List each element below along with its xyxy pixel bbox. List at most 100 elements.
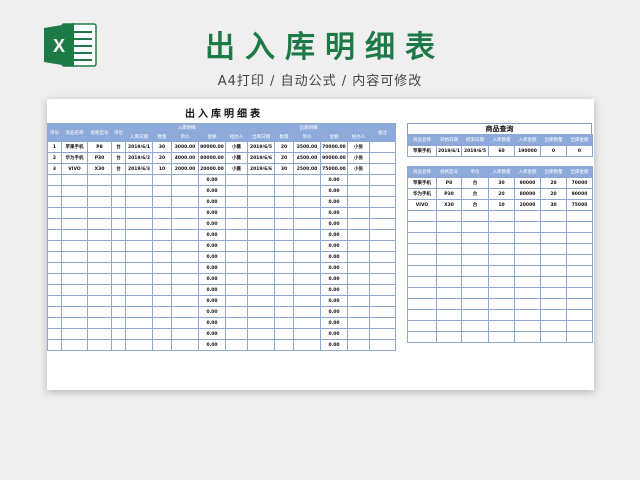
cell-in-handler[interactable] (225, 207, 248, 219)
cell-in-qty[interactable] (152, 284, 172, 296)
summary-cell[interactable]: 70000 (566, 177, 593, 189)
cell-name[interactable] (61, 229, 88, 241)
cell-out-handler[interactable] (347, 306, 370, 318)
cell-in-price[interactable] (171, 251, 199, 263)
cell-in-price[interactable] (171, 339, 199, 351)
cell-out-handler[interactable] (347, 218, 370, 230)
summary-cell[interactable]: 台 (461, 188, 489, 200)
cell-out-qty[interactable]: 20 (274, 152, 294, 164)
cell-out-date[interactable] (247, 284, 275, 296)
cell-in-date[interactable] (125, 240, 153, 252)
cell-out-date[interactable] (247, 251, 275, 263)
cell-in-handler[interactable] (225, 328, 248, 340)
cell-in-qty[interactable] (152, 229, 172, 241)
cell-in-qty[interactable] (152, 196, 172, 208)
cell-out-handler[interactable] (347, 207, 370, 219)
cell-out-qty[interactable] (274, 284, 294, 296)
cell-note[interactable] (369, 196, 396, 208)
cell-note[interactable] (369, 207, 396, 219)
summary-cell[interactable] (514, 298, 541, 310)
summary-cell[interactable] (566, 265, 593, 277)
cell-in-handler[interactable]: 小薇 (225, 152, 248, 164)
summary-cell[interactable] (488, 298, 515, 310)
cell-model[interactable] (87, 317, 112, 329)
summary-cell[interactable] (514, 243, 541, 255)
cell-out-amount[interactable]: 0.00 (320, 240, 348, 252)
summary-cell[interactable] (461, 243, 489, 255)
cell-out-price[interactable] (293, 284, 321, 296)
cell-in-handler[interactable] (225, 295, 248, 307)
cell-name[interactable] (61, 174, 88, 186)
cell-in-date[interactable] (125, 273, 153, 285)
cell-model[interactable]: P8 (87, 141, 112, 153)
cell-name[interactable] (61, 317, 88, 329)
cell-out-date[interactable] (247, 295, 275, 307)
cell-out-qty[interactable] (274, 174, 294, 186)
cell-seq[interactable] (47, 328, 62, 340)
cell-in-date[interactable] (125, 317, 153, 329)
cell-in-qty[interactable] (152, 317, 172, 329)
cell-out-amount[interactable]: 0.00 (320, 295, 348, 307)
summary-cell[interactable] (566, 320, 593, 332)
summary-cell[interactable] (514, 287, 541, 299)
cell-in-amount[interactable]: 0.00 (198, 262, 226, 274)
summary-cell[interactable] (566, 331, 593, 343)
cell-in-handler[interactable] (225, 229, 248, 241)
summary-cell[interactable] (436, 298, 462, 310)
summary-cell[interactable] (540, 265, 567, 277)
summary-cell[interactable] (540, 243, 567, 255)
cell-name[interactable]: 华为手机 (61, 152, 88, 164)
summary-cell[interactable] (540, 287, 567, 299)
summary-cell[interactable] (407, 254, 437, 266)
cell-out-handler[interactable]: 小张 (347, 152, 370, 164)
cell-in-price[interactable] (171, 273, 199, 285)
cell-out-qty[interactable]: 20 (274, 141, 294, 153)
cell-in-qty[interactable]: 10 (152, 163, 172, 175)
cell-in-amount[interactable]: 0.00 (198, 251, 226, 263)
cell-out-handler[interactable] (347, 339, 370, 351)
cell-out-handler[interactable] (347, 196, 370, 208)
cell-seq[interactable] (47, 251, 62, 263)
cell-in-date[interactable]: 2019/6/3 (125, 163, 153, 175)
cell-seq[interactable] (47, 317, 62, 329)
cell-in-handler[interactable] (225, 251, 248, 263)
summary-cell[interactable] (407, 309, 437, 321)
cell-out-date[interactable] (247, 196, 275, 208)
summary-cell[interactable] (407, 232, 437, 244)
cell-out-date[interactable] (247, 218, 275, 230)
cell-out-price[interactable] (293, 273, 321, 285)
cell-in-price[interactable] (171, 240, 199, 252)
summary-cell[interactable] (461, 254, 489, 266)
summary-cell[interactable] (407, 210, 437, 222)
cell-out-price[interactable] (293, 229, 321, 241)
cell-in-handler[interactable] (225, 185, 248, 197)
summary-cell[interactable] (407, 287, 437, 299)
summary-cell[interactable] (540, 232, 567, 244)
cell-seq[interactable]: 1 (47, 141, 62, 153)
cell-out-price[interactable] (293, 306, 321, 318)
cell-note[interactable] (369, 152, 396, 164)
query-cell[interactable]: 0 (566, 145, 593, 157)
cell-in-date[interactable] (125, 218, 153, 230)
cell-in-qty[interactable]: 20 (152, 152, 172, 164)
cell-in-date[interactable]: 2019/6/2 (125, 152, 153, 164)
summary-cell[interactable]: 30 (488, 177, 515, 189)
cell-out-handler[interactable] (347, 262, 370, 274)
summary-cell[interactable] (540, 320, 567, 332)
cell-in-price[interactable] (171, 229, 199, 241)
cell-in-date[interactable] (125, 306, 153, 318)
cell-note[interactable] (369, 306, 396, 318)
cell-seq[interactable] (47, 295, 62, 307)
cell-name[interactable] (61, 185, 88, 197)
cell-in-qty[interactable] (152, 295, 172, 307)
cell-note[interactable] (369, 273, 396, 285)
cell-unit[interactable] (111, 229, 126, 241)
cell-out-date[interactable]: 2019/6/6 (247, 152, 275, 164)
summary-cell[interactable] (407, 265, 437, 277)
cell-out-handler[interactable] (347, 317, 370, 329)
cell-in-amount[interactable]: 0.00 (198, 229, 226, 241)
cell-out-handler[interactable]: 小张 (347, 141, 370, 153)
cell-out-qty[interactable] (274, 262, 294, 274)
cell-seq[interactable] (47, 196, 62, 208)
cell-name[interactable] (61, 339, 88, 351)
